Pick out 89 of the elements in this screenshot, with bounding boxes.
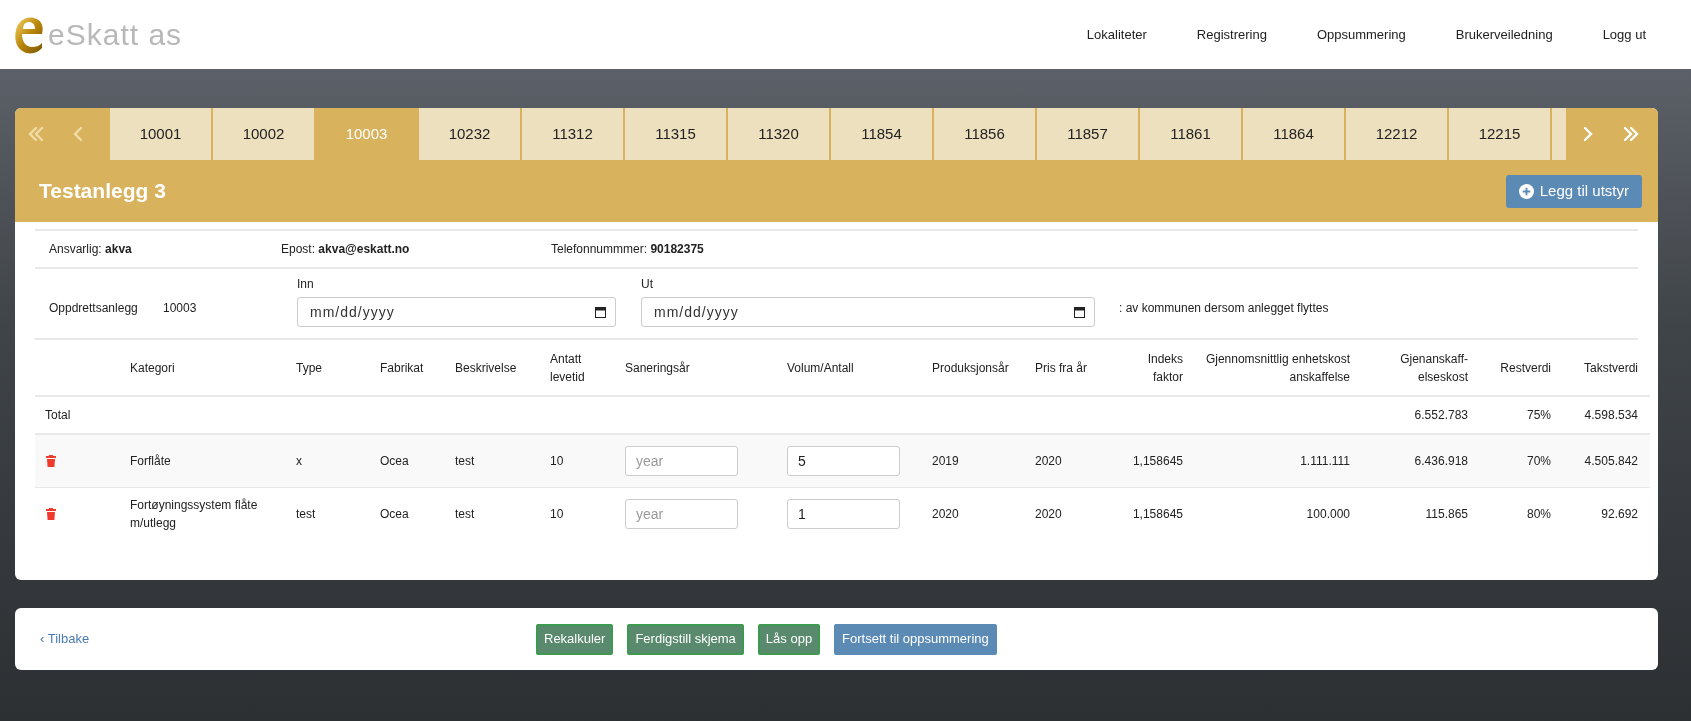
table-cell-text: Ocea: [380, 452, 409, 470]
tab[interactable]: 11864: [1243, 108, 1344, 160]
column-header: Kategori: [130, 359, 175, 377]
table-cell-text: 2020: [932, 505, 959, 523]
table-cell-text: 100.000: [1306, 505, 1350, 523]
double-chevron-right-icon[interactable]: [1622, 125, 1640, 143]
total-value: 75%: [1526, 408, 1551, 422]
tab[interactable]: 12215: [1449, 108, 1550, 160]
table-cell-text: 115.865: [1425, 505, 1468, 523]
action-button[interactable]: Lås opp: [757, 623, 821, 655]
total-label: Total: [45, 408, 71, 422]
column-header: Pris fra år: [1035, 359, 1087, 377]
column-header: Gjennomsnittlig enhetskost anskaffelse: [1204, 350, 1350, 386]
table-cell-text: test: [455, 505, 475, 523]
table-cell-text: Forflåte: [130, 452, 171, 470]
table-cell-text: 92.692: [1601, 505, 1638, 523]
input-field[interactable]: year: [625, 445, 738, 476]
tab[interactable]: 11315: [625, 108, 726, 160]
contact-info: Telefonnummmer: 90182375: [551, 241, 704, 258]
tab-edge: [1552, 108, 1566, 160]
action-button[interactable]: Ferdigstill skjema: [627, 623, 744, 655]
table-cell-text: 6.436.918: [1414, 452, 1468, 470]
nav-link[interactable]: Lokaliteter: [1061, 24, 1172, 45]
table-cell-text: 1,158645: [1132, 452, 1183, 470]
nav-link[interactable]: Registrering: [1171, 24, 1292, 45]
facility-label: Oppdrettsanlegg: [49, 300, 138, 315]
column-header: Produksjonsår: [932, 359, 1009, 377]
date-field[interactable]: mm/dd/yyyy: [297, 296, 616, 327]
tab[interactable]: 11320: [728, 108, 829, 160]
column-header: Beskrivelse: [455, 359, 517, 377]
action-button[interactable]: Fortsett til oppsummering: [834, 623, 997, 655]
input-field[interactable]: year: [625, 498, 738, 529]
plus-circle-icon: [1518, 183, 1534, 199]
tab[interactable]: 11312: [522, 108, 623, 160]
tab[interactable]: 11857: [1037, 108, 1138, 160]
add-equipment-button[interactable]: Legg til utstyr: [1505, 174, 1642, 208]
column-header: Fabrikat: [380, 359, 424, 377]
table-cell-text: x: [296, 452, 302, 470]
column-header: Antatt levetid: [550, 350, 586, 386]
table-cell-text: Ocea: [380, 505, 409, 523]
column-header: Saneringsår: [625, 359, 690, 377]
table-cell-text: 80%: [1526, 505, 1551, 523]
nav-link[interactable]: Logg ut: [1577, 24, 1671, 45]
table-cell-text: 2019: [932, 452, 959, 470]
tab[interactable]: 12212: [1346, 108, 1447, 160]
table-cell-text: test: [296, 505, 316, 523]
total-value: 4.598.534: [1584, 408, 1638, 422]
nav-link[interactable]: Brukerveiledning: [1430, 24, 1578, 45]
contact-info: Ansvarlig: akva: [49, 241, 133, 258]
tab[interactable]: 11856: [934, 108, 1035, 160]
action-button[interactable]: Rekalkuler: [536, 623, 614, 655]
table-cell-text: 70%: [1526, 452, 1551, 470]
input-field[interactable]: 1: [787, 498, 900, 529]
table-cell-text: 1.111.111: [1300, 452, 1350, 470]
calendar-icon[interactable]: [1074, 305, 1085, 318]
column-header: Gjenanskaff-elseskost: [1399, 350, 1468, 386]
facility-number: 10003: [163, 299, 198, 317]
back-link[interactable]: ‹ Tilbake: [40, 629, 90, 649]
date-field[interactable]: mm/dd/yyyy: [641, 296, 1095, 327]
page-title: Testanlegg 3: [39, 178, 166, 205]
input-field[interactable]: 5: [787, 445, 900, 476]
column-header: Restverdi: [1500, 359, 1551, 377]
table-cell-text: 10: [550, 452, 564, 470]
nav-link[interactable]: Oppsummering: [1291, 24, 1431, 45]
trash-icon[interactable]: [46, 454, 56, 467]
tab[interactable]: 10001: [110, 108, 211, 160]
tab[interactable]: 11854: [831, 108, 932, 160]
column-header: Type: [296, 359, 322, 377]
table-cell-text: 2020: [1035, 452, 1062, 470]
table-cell-text: 2020: [1035, 505, 1062, 523]
table-cell-text: 10: [550, 505, 564, 523]
column-header: Indeks faktor: [1146, 350, 1183, 386]
date-label: Inn: [297, 275, 315, 293]
contact-info: Epost: akva@eskatt.no: [281, 241, 411, 258]
table-cell-text: 4.505.842: [1584, 452, 1638, 470]
calendar-icon[interactable]: [595, 305, 606, 318]
column-header: Takstverdi: [1583, 359, 1638, 377]
table-cell-text: test: [455, 452, 475, 470]
trash-icon[interactable]: [46, 507, 56, 520]
table-cell-text: 1,158645: [1132, 505, 1183, 523]
tab[interactable]: 10232: [419, 108, 520, 160]
table-cell-text: Fortøyningssystem flåte m/utlegg: [130, 496, 259, 532]
total-value: 6.552.783: [1414, 408, 1468, 422]
logo-text: eSkatt as: [48, 19, 183, 50]
facility-note: : av kommunen dersom anlegget flyttes: [1119, 299, 1329, 317]
date-label: Ut: [641, 275, 654, 293]
tab[interactable]: 11861: [1140, 108, 1241, 160]
column-header: Volum/Antall: [787, 359, 854, 377]
tab[interactable]: 10002: [213, 108, 314, 160]
